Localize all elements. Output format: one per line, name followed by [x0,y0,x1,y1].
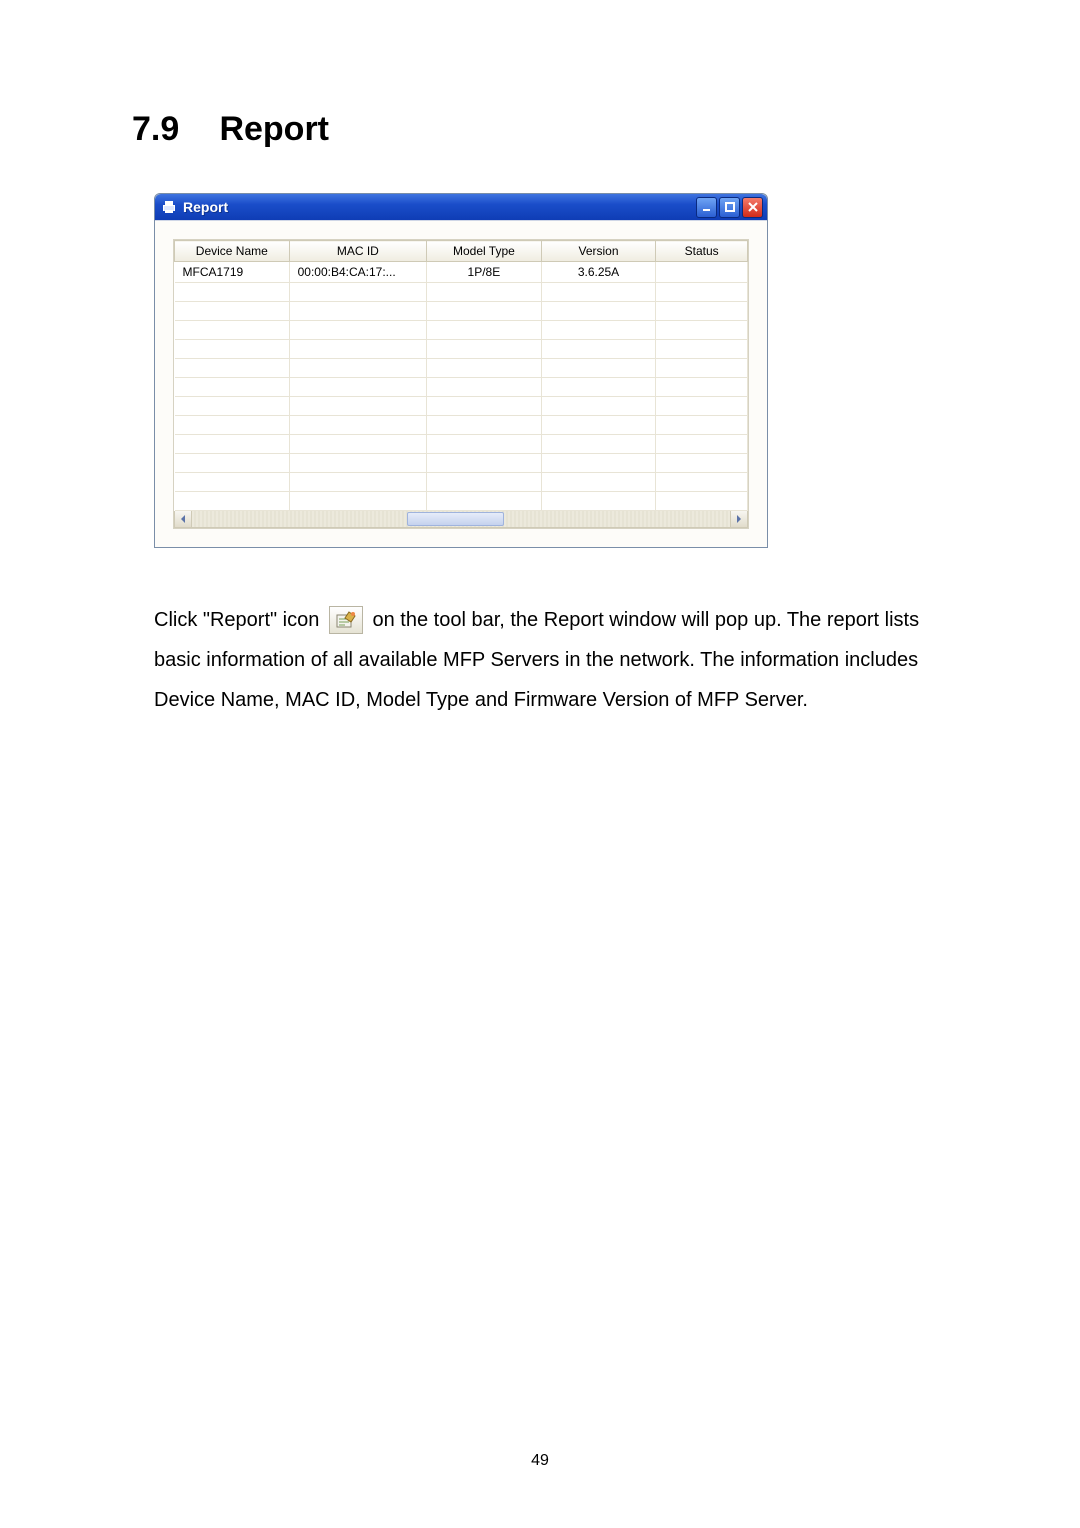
col-version[interactable]: Version [541,241,656,262]
scroll-track[interactable] [192,511,730,527]
section-title: Report [219,110,329,148]
cell-model-type: 1P/8E [427,262,542,283]
scroll-thumb[interactable] [407,512,504,526]
scroll-right-button[interactable] [730,511,747,527]
minimize-button[interactable] [696,197,717,218]
report-list-frame: Device Name MAC ID Model Type Version St… [173,239,749,529]
paragraph-pre-icon: Click "Report" icon [154,609,325,631]
cell-version: 3.6.25A [541,262,656,283]
table-row [175,359,748,378]
section-heading: 7.9 Report [132,110,948,149]
window-controls [696,197,763,218]
table-row [175,283,748,302]
report-window: Report [154,193,768,548]
table-row [175,492,748,511]
table-row [175,473,748,492]
col-device-name[interactable]: Device Name [175,241,290,262]
table-body: MFCA1719 00:00:B4:CA:17:... 1P/8E 3.6.25… [175,262,748,511]
scroll-left-button[interactable] [175,511,192,527]
table-row [175,397,748,416]
maximize-button[interactable] [719,197,740,218]
window-body: Device Name MAC ID Model Type Version St… [155,220,767,547]
cell-mac-id: 00:00:B4:CA:17:... [289,262,427,283]
report-icon [329,606,363,634]
window-title: Report [183,199,696,215]
window-titlebar[interactable]: Report [155,194,767,220]
printer-icon [161,199,177,215]
close-button[interactable] [742,197,763,218]
col-model-type[interactable]: Model Type [427,241,542,262]
table-row [175,435,748,454]
table-row [175,302,748,321]
report-table: Device Name MAC ID Model Type Version St… [174,240,748,511]
cell-status [656,262,748,283]
table-row[interactable]: MFCA1719 00:00:B4:CA:17:... 1P/8E 3.6.25… [175,262,748,283]
document-page: 7.9 Report Report [0,0,1080,1528]
col-mac-id[interactable]: MAC ID [289,241,427,262]
col-status[interactable]: Status [656,241,748,262]
table-header-row: Device Name MAC ID Model Type Version St… [175,241,748,262]
table-row [175,321,748,340]
section-number: 7.9 [132,110,210,149]
table-row [175,378,748,397]
page-number: 49 [0,1452,1080,1470]
table-row [175,416,748,435]
cell-device-name: MFCA1719 [175,262,290,283]
table-row [175,454,748,473]
table-row [175,340,748,359]
body-paragraph: Click "Report" icon on the tool bar, the… [154,600,944,720]
horizontal-scrollbar[interactable] [174,511,748,528]
